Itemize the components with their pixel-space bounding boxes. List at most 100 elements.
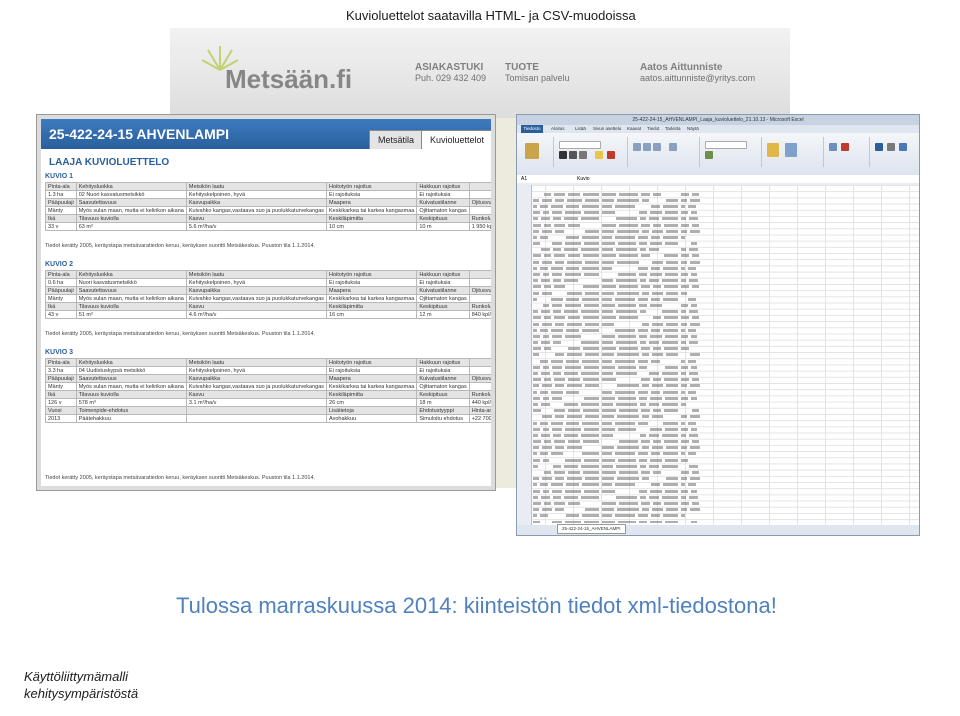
cell-text xyxy=(564,433,578,437)
excel-tab-nayta[interactable]: Näytä xyxy=(687,126,699,131)
formula-input[interactable]: Kuvio xyxy=(577,175,590,183)
cell-text xyxy=(650,520,662,523)
cell-text xyxy=(666,446,678,450)
insert-cells-icon[interactable] xyxy=(829,143,837,151)
excel-tab-kaavat[interactable]: Kaavat xyxy=(627,126,641,131)
cell-text xyxy=(602,508,614,512)
cell-text xyxy=(585,198,599,202)
cell-text xyxy=(555,477,564,481)
cell-text xyxy=(533,273,540,277)
cell-text xyxy=(691,303,697,307)
number-format-select[interactable] xyxy=(705,141,747,149)
cell-text xyxy=(692,254,699,258)
cell-text xyxy=(642,446,649,450)
cell-text xyxy=(540,235,548,239)
kuvio-1-note: Tiedot kerätty 2005, keräystapa metsävar… xyxy=(45,243,316,249)
cell-text xyxy=(617,353,639,357)
excel-tab-aloitus[interactable]: Aloitus xyxy=(551,126,565,131)
cell-text xyxy=(649,279,659,283)
cell-text xyxy=(681,458,688,462)
sheet-tab[interactable]: 25-422-24-15_AHVENLAMPI xyxy=(557,524,626,534)
cell-text xyxy=(551,204,563,208)
font-color-icon[interactable] xyxy=(607,151,615,159)
slide-footer: Käyttöliittymämalli kehitysympäristöstä xyxy=(24,668,138,702)
cell-text xyxy=(691,427,697,431)
font-select[interactable] xyxy=(559,141,601,149)
align-center-icon[interactable] xyxy=(643,143,651,151)
cell-text xyxy=(543,396,549,400)
cell-text xyxy=(619,316,638,320)
cell-text xyxy=(542,508,552,512)
slide-caption: Tulossa marraskuussa 2014: kiinteistön t… xyxy=(176,593,777,618)
cell-text xyxy=(666,353,678,357)
website-tab-user[interactable]: Aatos Aittunniste aatos.aittunniste@yrit… xyxy=(640,62,755,83)
delete-cells-icon[interactable] xyxy=(841,143,849,151)
ribbon-group-clipboard xyxy=(519,137,554,167)
percent-icon[interactable] xyxy=(705,151,713,159)
cell-text xyxy=(652,260,663,264)
cell-text xyxy=(681,334,688,338)
cell-text xyxy=(581,495,599,499)
website-tab-tuote[interactable]: TUOTE Tomisan palvelu xyxy=(505,62,570,83)
cell-text xyxy=(664,223,678,227)
cell-text xyxy=(565,303,581,307)
cell-text xyxy=(566,483,579,487)
cell-text xyxy=(552,211,562,215)
cell-text xyxy=(581,248,599,252)
cell-text xyxy=(584,458,599,462)
cell-text xyxy=(533,266,537,270)
format-table-icon[interactable] xyxy=(785,143,797,157)
conditional-format-icon[interactable] xyxy=(767,143,779,157)
website-tab-asiakastuki[interactable]: ASIAKASTUKI Puh. 029 432 409 xyxy=(415,62,486,83)
cell-text xyxy=(619,440,638,444)
italic-icon[interactable] xyxy=(569,151,577,159)
cell-text xyxy=(583,378,599,382)
name-box[interactable]: A1 xyxy=(521,175,527,183)
cell-text xyxy=(651,452,660,456)
cell-text xyxy=(602,396,615,400)
cell-text xyxy=(533,452,537,456)
excel-tab-sivun-asettelu[interactable]: Sivun asettelu xyxy=(593,126,621,131)
cell-text xyxy=(642,198,649,202)
cell-text xyxy=(616,248,637,252)
sort-filter-icon[interactable] xyxy=(887,143,895,151)
align-left-icon[interactable] xyxy=(633,143,641,151)
fill-color-icon[interactable] xyxy=(595,151,603,159)
cell-text xyxy=(551,452,563,456)
cell-text xyxy=(689,217,698,221)
cell-text xyxy=(602,347,616,351)
excel-tab-lisaa[interactable]: Lisää xyxy=(575,126,586,131)
cell-text xyxy=(544,347,551,351)
cell-text xyxy=(602,402,613,406)
cell-text xyxy=(618,273,636,277)
align-right-icon[interactable] xyxy=(653,143,661,151)
cell-text xyxy=(543,273,549,277)
excel-tab-tarkista[interactable]: Tarkista xyxy=(665,126,681,131)
excel-file-tab[interactable]: Tiedosto xyxy=(521,125,543,133)
cell-text xyxy=(581,310,599,314)
find-icon[interactable] xyxy=(899,143,907,151)
cell-text xyxy=(568,471,580,475)
cell-text xyxy=(533,235,537,239)
excel-tab-tiedot[interactable]: Tiedot xyxy=(647,126,659,131)
cell-text xyxy=(691,365,697,369)
cell-text xyxy=(691,334,697,338)
cell-text xyxy=(533,353,539,357)
wrap-text-icon[interactable] xyxy=(669,143,677,151)
cell-text xyxy=(552,303,562,307)
property-title: 25-422-24-15 AHVENLAMPI xyxy=(49,126,229,142)
tab-kuvioluettelot[interactable]: Kuvioluettelot xyxy=(421,130,491,149)
cell-text xyxy=(584,489,599,493)
cell-text xyxy=(543,334,549,338)
sum-icon[interactable] xyxy=(875,143,883,151)
tab-metsatila[interactable]: Metsätila xyxy=(369,130,424,149)
cell-text xyxy=(602,427,615,431)
cell-text xyxy=(567,291,582,295)
row-headers[interactable] xyxy=(517,185,532,525)
bold-icon[interactable] xyxy=(559,151,567,159)
paste-icon[interactable] xyxy=(525,143,539,159)
cell-text xyxy=(542,291,552,295)
cell-text xyxy=(664,254,678,258)
table-row[interactable] xyxy=(533,519,915,523)
underline-icon[interactable] xyxy=(579,151,587,159)
